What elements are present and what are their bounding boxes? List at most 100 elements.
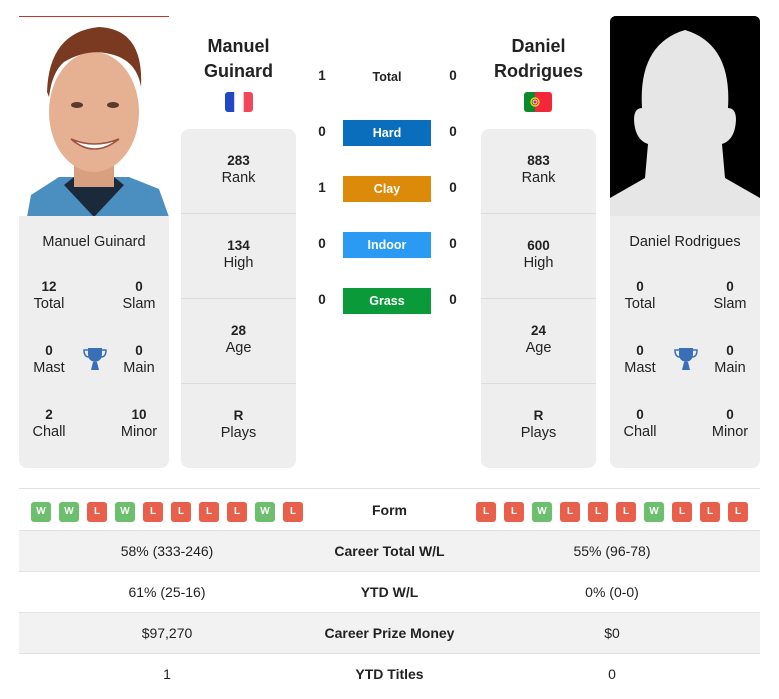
titles-slam-label: Slam xyxy=(122,296,156,312)
high-value: 600 xyxy=(527,238,550,253)
titles-main-value: 0 xyxy=(726,343,734,358)
surface-indoor-button[interactable]: Indoor xyxy=(343,232,431,258)
surface-clay-button[interactable]: Clay xyxy=(343,176,431,202)
h2h-hard-p1: 0 xyxy=(318,124,326,139)
form-badge-loss[interactable]: L xyxy=(143,502,163,522)
titles-main-label: Main xyxy=(123,360,155,376)
form-badge-win[interactable]: W xyxy=(59,502,79,522)
titles-main-value: 0 xyxy=(135,343,143,358)
form-badge-win[interactable]: W xyxy=(532,502,552,522)
titles-total-value: 0 xyxy=(636,279,644,294)
player1-titles-card: Manuel Guinard 12 Total 0 Slam 0 Mast 0 … xyxy=(19,216,169,468)
player1-titles-slam: 0 Slam xyxy=(104,279,174,312)
player1-name[interactable]: Manuel Guinard xyxy=(181,34,296,84)
h2h-indoor-p1: 0 xyxy=(318,236,326,251)
form-badge-win[interactable]: W xyxy=(31,502,51,522)
player1-first-name: Manuel xyxy=(207,36,270,56)
titles-minor-value: 0 xyxy=(726,407,734,422)
player1-value: $97,270 xyxy=(141,625,193,641)
form-badge-loss[interactable]: L xyxy=(700,502,720,522)
h2h-clay-p1: 1 xyxy=(318,180,326,195)
player2-photo xyxy=(610,16,760,216)
player2-value: 0% (0-0) xyxy=(585,584,639,600)
h2h-total-p2: 0 xyxy=(449,68,457,83)
player1-last-name: Guinard xyxy=(203,61,273,81)
form-badge-win[interactable]: W xyxy=(115,502,135,522)
form-badge-loss[interactable]: L xyxy=(171,502,191,522)
titles-chall-label: Chall xyxy=(32,424,66,440)
player1-photo xyxy=(19,16,169,216)
row-label: YTD Titles xyxy=(355,666,424,682)
plays-label: Plays xyxy=(220,425,257,441)
form-badge-loss[interactable]: L xyxy=(87,502,107,522)
form-badge-loss[interactable]: L xyxy=(199,502,219,522)
player2-high: 600 High xyxy=(481,214,596,299)
player2-titles-minor: 0 Minor xyxy=(695,407,765,440)
titles-chall-label: Chall xyxy=(623,424,657,440)
titles-slam-value: 0 xyxy=(135,279,143,294)
form-badge-loss[interactable]: L xyxy=(588,502,608,522)
player2-value: 55% (96-78) xyxy=(573,543,651,559)
surface-grass-button[interactable]: Grass xyxy=(343,288,431,314)
player1-rank-column: 283 Rank 134 High 28 Age R Plays xyxy=(181,129,296,468)
player1-value: 61% (25-16) xyxy=(128,584,206,600)
h2h-grass-p1: 0 xyxy=(318,292,326,307)
titles-slam-label: Slam xyxy=(713,296,747,312)
player2-value: 0 xyxy=(608,666,616,682)
player1-value: 58% (333-246) xyxy=(120,543,214,559)
player1-titles-minor: 10 Minor xyxy=(104,407,174,440)
player2-titles-total: 0 Total xyxy=(605,279,675,312)
age-label: Age xyxy=(225,340,252,356)
high-label: High xyxy=(523,255,554,271)
rank-label: Rank xyxy=(221,170,256,186)
titles-total-label: Total xyxy=(624,296,656,312)
titles-minor-value: 10 xyxy=(131,407,147,422)
form-badge-loss[interactable]: L xyxy=(504,502,524,522)
titles-total-value: 12 xyxy=(41,279,57,294)
titles-total-label: Total xyxy=(33,296,65,312)
age-value: 24 xyxy=(530,323,547,338)
plays-value: R xyxy=(533,408,544,423)
form-badge-win[interactable]: W xyxy=(255,502,275,522)
plays-value: R xyxy=(233,408,244,423)
player2-value: $0 xyxy=(604,625,620,641)
titles-slam-value: 0 xyxy=(726,279,734,294)
surface-hard-button[interactable]: Hard xyxy=(343,120,431,146)
player2-titles-main: 0 Main xyxy=(695,343,765,376)
form-badge-loss[interactable]: L xyxy=(227,502,247,522)
player2-age: 24 Age xyxy=(481,299,596,384)
h2h-total-label: Total xyxy=(372,70,402,84)
row-label: Career Total W/L xyxy=(334,543,445,559)
age-label: Age xyxy=(525,340,552,356)
player1-titles-total: 12 Total xyxy=(14,279,84,312)
titles-minor-label: Minor xyxy=(120,424,158,440)
player1-photo-image xyxy=(19,17,169,216)
titles-minor-label: Minor xyxy=(711,424,749,440)
form-badge-win[interactable]: W xyxy=(644,502,664,522)
titles-mast-label: Mast xyxy=(33,360,65,376)
form-badge-loss[interactable]: L xyxy=(672,502,692,522)
portugal-flag-icon xyxy=(524,92,552,112)
titles-chall-value: 0 xyxy=(636,407,644,422)
form-badge-loss[interactable]: L xyxy=(560,502,580,522)
high-label: High xyxy=(223,255,254,271)
player2-rank-column: 883 Rank 600 High 24 Age R Plays xyxy=(481,129,596,468)
player1-card-name: Manuel Guinard xyxy=(42,234,146,250)
form-badge-loss[interactable]: L xyxy=(283,502,303,522)
h2h-indoor-p2: 0 xyxy=(449,236,457,251)
player1-age: 28 Age xyxy=(181,299,296,384)
titles-mast-value: 0 xyxy=(45,343,53,358)
player1-titles-chall: 2 Chall xyxy=(14,407,84,440)
player2-plays: R Plays xyxy=(481,384,596,469)
player2-first-name: Daniel xyxy=(511,36,566,56)
player2-titles-card: Daniel Rodrigues 0 Total 0 Slam 0 Mast 0… xyxy=(610,216,760,468)
player2-card-name: Daniel Rodrigues xyxy=(629,234,741,250)
form-badge-loss[interactable]: L xyxy=(616,502,636,522)
comparison-row-ytd-titles: 1 YTD Titles 0 xyxy=(19,653,760,694)
rank-value: 883 xyxy=(527,153,550,168)
form-badge-loss[interactable]: L xyxy=(728,502,748,522)
player2-name[interactable]: Daniel Rodrigues xyxy=(481,34,596,84)
form-badge-loss[interactable]: L xyxy=(476,502,496,522)
form-label: Form xyxy=(372,502,407,518)
player2-last-name: Rodrigues xyxy=(493,61,583,81)
